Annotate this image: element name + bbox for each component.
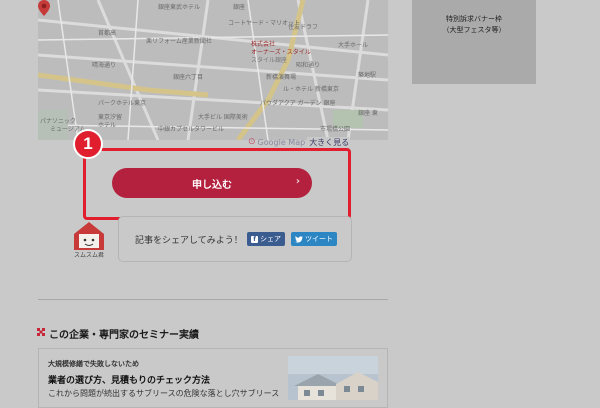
map-label: 新橋演舞場 <box>266 74 297 81</box>
section-title: この企業・専門家のセミナー実績 <box>49 330 199 341</box>
map-label: 銀座東武ホテル <box>158 4 201 11</box>
map-attribution-text: Google Map <box>257 137 306 147</box>
map-marker-icon: ⊙ <box>248 137 256 147</box>
map-label: 中銀カプセルタワービル <box>158 126 225 133</box>
facebook-icon: f <box>251 235 258 243</box>
apply-button[interactable]: 申し込む › <box>112 168 312 198</box>
seminar-card-thumbnail[interactable] <box>288 356 378 400</box>
map-business-name: 株式会社 オーナーズ・スタイル スタイル銀座 <box>251 41 311 64</box>
map-label: 晴海通り <box>92 62 117 69</box>
facebook-share-button[interactable]: f シェア <box>247 232 285 246</box>
map-label: 大手ホール <box>338 42 369 49</box>
map-label: 市場橋公園 <box>320 126 351 133</box>
map-enlarge-link[interactable]: 大きく見る <box>307 136 350 148</box>
twitter-tweet-button[interactable]: ツイート <box>291 232 337 246</box>
chevron-right-icon: › <box>295 176 300 187</box>
banner-line2: （大型フェスタ等） <box>442 26 506 34</box>
map-label: 銀座 東 <box>358 110 378 117</box>
map-label: 楽リフォーム産業新聞社 <box>146 38 212 45</box>
facebook-share-label: シェア <box>260 235 281 243</box>
seminar-card-description: これから問題が続出するサブリースの危険な落とし穴サブリース <box>48 389 280 398</box>
apply-button-label: 申し込む <box>192 179 232 191</box>
share-prompt: 記事をシェアしてみよう！ <box>135 236 243 246</box>
map-label: 銀座 <box>233 4 246 11</box>
map-label: ホテル <box>98 122 117 129</box>
section-marker-icon <box>37 328 45 336</box>
map-pin-icon[interactable] <box>38 0 50 16</box>
map-attribution: ⊙ Google Map 大きく見る <box>248 136 390 148</box>
map-label: パウダアクア ガーデン 銀座 <box>260 100 336 107</box>
step-badge: 1 <box>73 129 103 159</box>
banner-placeholder[interactable]: 特別訴求バナー枠 （大型フェスタ等） <box>412 0 536 84</box>
map-label: 住友ドラフ <box>288 24 319 31</box>
map-label: パークホテル東京 <box>98 100 147 107</box>
twitter-bird-icon <box>295 235 303 243</box>
map-label: 大手ビル 国際美術 <box>198 114 248 121</box>
mascot-label: スムスム君 <box>73 252 104 259</box>
map-label: ル・ホテル 新橋東京 <box>283 86 339 93</box>
map-embed[interactable]: コートヤード・マリオット 銀座東武ホテル 銀座 住友ドラフ 楽リフォーム産業新聞… <box>38 0 388 140</box>
seminar-card-title[interactable]: 業者の選び方、見積もりのチェック方法 <box>48 373 210 386</box>
map-label: 首都高 <box>98 30 117 37</box>
map-label: 築地駅 <box>358 72 377 79</box>
banner-line1: 特別訴求バナー枠 <box>446 15 502 23</box>
twitter-tweet-label: ツイート <box>305 235 333 243</box>
map-label: 銀座六丁目 <box>173 74 204 81</box>
seminar-card-kicker: 大規模修繕で失敗しないため <box>48 360 139 368</box>
section-divider <box>38 299 388 300</box>
